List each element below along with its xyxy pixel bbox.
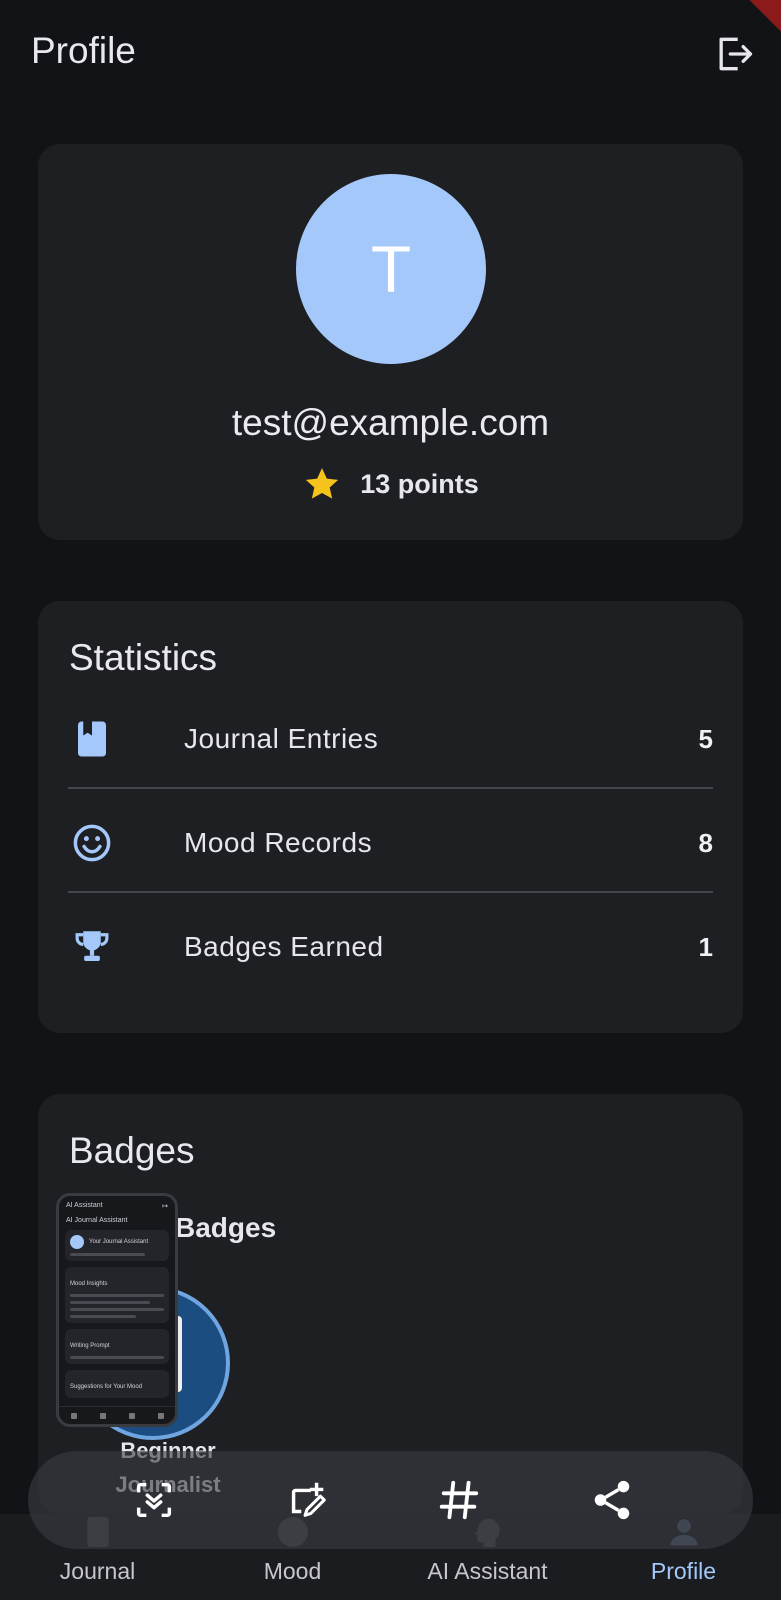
thumb-logout-icon: ↦ [162,1203,168,1210]
statistics-card: Statistics Journal Entries 5 Mood Record… [38,601,743,1033]
trophy-icon [75,931,109,961]
stat-row-badges-earned: Badges Earned 1 [68,894,713,1000]
stat-value: 1 [698,931,713,962]
divider [68,891,713,893]
screenshot-action-bar [28,1451,753,1549]
thumb-text-line [70,1315,136,1318]
stat-row-mood-records: Mood Records 8 [68,790,713,896]
earned-badges-heading: Badges [175,1212,277,1243]
thumb-text-line [70,1253,146,1256]
star-icon [306,468,339,499]
hashtag-icon[interactable] [436,1477,482,1523]
thumb-text-line [70,1301,150,1304]
thumb-section-card: Suggestions for Your Mood [65,1370,169,1398]
edit-crop-icon[interactable] [284,1477,330,1523]
thumb-app-title: AI Assistant [66,1202,103,1209]
thumb-section-card: Mood Insights [65,1267,169,1323]
stat-row-journal-entries: Journal Entries 5 [68,686,713,792]
thumb-bottom-nav [59,1406,175,1424]
thumb-section-title: Mood Insights [70,1281,108,1287]
thumb-assistant-card: Your Journal Assistant [65,1230,169,1261]
thumb-section-card: Writing Prompt [65,1329,169,1364]
page-title: Profile [31,30,136,71]
nav-label: Mood [263,1558,322,1584]
thumb-text-line [70,1294,164,1297]
thumb-section-title: Writing Prompt [70,1343,110,1349]
debug-banner [721,0,781,40]
badges-heading: Badges [69,1130,195,1171]
divider [68,787,713,789]
thumb-heading: AI Journal Assistant [66,1217,128,1224]
stat-value: 8 [698,827,713,858]
thumb-text-line [70,1356,164,1359]
nav-label: AI Assistant [427,1558,548,1584]
statistics-heading: Statistics [69,637,218,678]
points-label: 13 points [360,468,479,499]
thumb-section-title: Suggestions for Your Mood [70,1384,143,1390]
profile-card: T test@example.com 13 points [38,144,743,540]
screenshot-thumbnail[interactable]: AI Assistant ↦ AI Journal Assistant Your… [56,1193,178,1427]
scan-icon[interactable] [131,1477,177,1523]
bookmark-book-icon [78,721,106,757]
avatar: T [296,174,486,364]
nav-label: Profile [650,1558,717,1584]
points-row: 13 points [38,464,743,504]
smiley-face-icon [73,824,111,862]
stat-label: Mood Records [184,827,373,858]
user-email: test@example.com [231,402,550,443]
thumb-avatar [70,1235,84,1249]
share-icon[interactable] [589,1477,635,1523]
app-bar: Profile [0,0,781,104]
avatar-initial: T [370,232,412,306]
stat-label: Journal Entries [184,723,379,754]
thumb-text-line [70,1308,164,1311]
stat-value: 5 [698,723,713,754]
nav-label: Journal [59,1558,136,1584]
thumb-assistant-title: Your Journal Assistant [89,1239,149,1245]
stat-label: Badges Earned [184,931,384,962]
